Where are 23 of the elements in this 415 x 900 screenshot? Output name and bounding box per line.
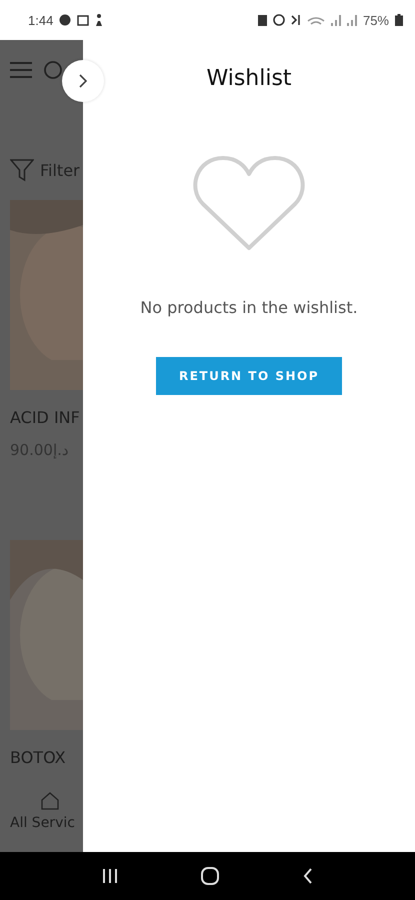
- person-icon: [95, 14, 104, 26]
- nav-label[interactable]: All Servic: [10, 815, 75, 831]
- signal-icon: [346, 14, 357, 26]
- signal-icon: [330, 14, 341, 26]
- back-icon[interactable]: [302, 867, 314, 885]
- product-name[interactable]: ACID INF: [10, 408, 83, 427]
- home-icon[interactable]: [40, 791, 60, 811]
- recent-apps-icon[interactable]: [100, 868, 119, 884]
- menu-icon[interactable]: [9, 61, 33, 79]
- filter-label[interactable]: Filter: [40, 160, 80, 180]
- filter-icon[interactable]: [10, 158, 34, 182]
- chevron-right-icon: [77, 73, 89, 89]
- search-icon[interactable]: [43, 60, 63, 80]
- home-button-icon[interactable]: [200, 866, 220, 886]
- empty-message: No products in the wishlist.: [140, 298, 358, 317]
- battery-icon: [395, 14, 403, 26]
- return-to-shop-button[interactable]: RETURN TO SHOP: [156, 357, 342, 395]
- product-name[interactable]: BOTOX: [10, 748, 83, 767]
- wishlist-title: Wishlist: [206, 66, 292, 91]
- status-time: 1:44: [28, 12, 54, 28]
- heart-icon: [193, 154, 305, 252]
- wifi-icon: [306, 16, 325, 24]
- battery-level: 75%: [362, 12, 389, 28]
